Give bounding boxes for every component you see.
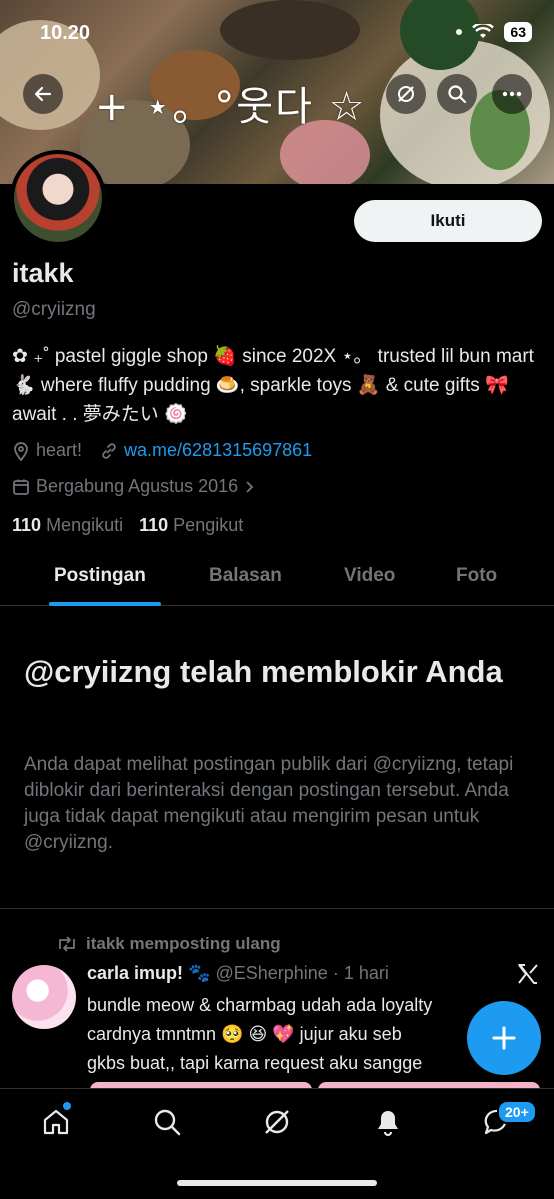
profile-tabs: Postingan Balasan Video Foto: [0, 548, 554, 606]
battery-indicator: 63: [504, 22, 532, 42]
location-item: heart!: [12, 440, 82, 461]
bell-icon: [378, 1111, 398, 1137]
active-tab-indicator: [49, 602, 161, 606]
post-author-name[interactable]: carla imup! 🐾: [87, 963, 210, 983]
banner-title: + ⋆。°웃다 ☆: [95, 84, 367, 130]
post-author-handle[interactable]: @ESherphine: [215, 963, 327, 983]
location-dot-icon: [456, 29, 463, 35]
profile-handle: @cryiizng: [12, 299, 96, 320]
grok-button[interactable]: [386, 74, 426, 114]
joined-text: Bergabung Agustus 2016: [36, 476, 239, 496]
calendar-icon: [13, 479, 29, 495]
location-pin-icon: [14, 441, 28, 461]
more-dots-icon: [502, 91, 522, 97]
website-item[interactable]: wa.me/6281315697861: [100, 440, 312, 461]
tab-balasan[interactable]: Balasan: [209, 565, 282, 587]
nav-search[interactable]: [150, 1105, 184, 1139]
status-bar: 10.20 63: [0, 18, 554, 48]
compose-post-button[interactable]: [467, 1001, 541, 1075]
search-icon: [448, 85, 467, 104]
repost-indicator[interactable]: itakk memposting ulang: [56, 934, 281, 954]
more-button[interactable]: [492, 74, 532, 114]
back-button[interactable]: [23, 74, 63, 114]
nav-grok[interactable]: [260, 1105, 294, 1139]
section-divider: [0, 908, 554, 909]
profile-name: itakk: [12, 258, 74, 288]
blocked-description: Anda dapat melihat postingan publik dari…: [24, 754, 514, 853]
post-header: carla imup! 🐾 @ESherphine · 1 hari: [87, 963, 389, 984]
website-link[interactable]: wa.me/6281315697861: [124, 440, 312, 461]
location-text: heart!: [36, 440, 83, 460]
arrow-left-icon: [34, 86, 52, 102]
repost-label: itakk memposting ulang: [86, 934, 281, 953]
tab-video[interactable]: Video: [344, 565, 395, 587]
chevron-right-icon: [246, 480, 254, 493]
grok-icon: [398, 86, 414, 102]
following-count[interactable]: 110 Mengikuti: [12, 515, 123, 536]
follow-counts: 110 Mengikuti 110 Pengikut: [12, 515, 243, 536]
search-button[interactable]: [437, 74, 477, 114]
grok-icon: [265, 1110, 289, 1134]
home-notification-dot: [63, 1102, 71, 1110]
search-icon: [154, 1109, 181, 1136]
profile-avatar[interactable]: [10, 150, 106, 246]
follow-button[interactable]: Ikuti: [354, 200, 542, 242]
home-indicator[interactable]: [177, 1180, 377, 1186]
joined-date[interactable]: Bergabung Agustus 2016: [12, 476, 254, 497]
nav-home[interactable]: [39, 1105, 73, 1139]
post-author-avatar[interactable]: [12, 965, 76, 1029]
tab-postingan[interactable]: Postingan: [54, 565, 146, 587]
profile-bio: ✿ ₊˚ pastel giggle shop 🍓 since 202X ⋆。 …: [12, 346, 534, 425]
status-time: 10.20: [40, 22, 91, 44]
home-icon: [43, 1109, 69, 1135]
profile-meta: heart! wa.me/6281315697861: [12, 440, 330, 461]
messages-badge: 20+: [497, 1100, 537, 1124]
x-logo-icon: [516, 962, 540, 991]
post-time: · 1 hari: [332, 963, 389, 983]
link-icon: [102, 442, 116, 459]
nav-notifications[interactable]: [371, 1105, 405, 1139]
followers-count[interactable]: 110 Pengikut: [139, 515, 243, 536]
blocked-title: @cryiizng telah memblokir Anda: [24, 654, 503, 689]
tab-foto[interactable]: Foto: [456, 565, 497, 587]
repost-icon: [59, 936, 75, 952]
plus-icon: [492, 1026, 516, 1050]
post-text[interactable]: bundle meow & charmbag udah ada loyalty …: [87, 991, 507, 1078]
wifi-icon: [472, 24, 495, 38]
